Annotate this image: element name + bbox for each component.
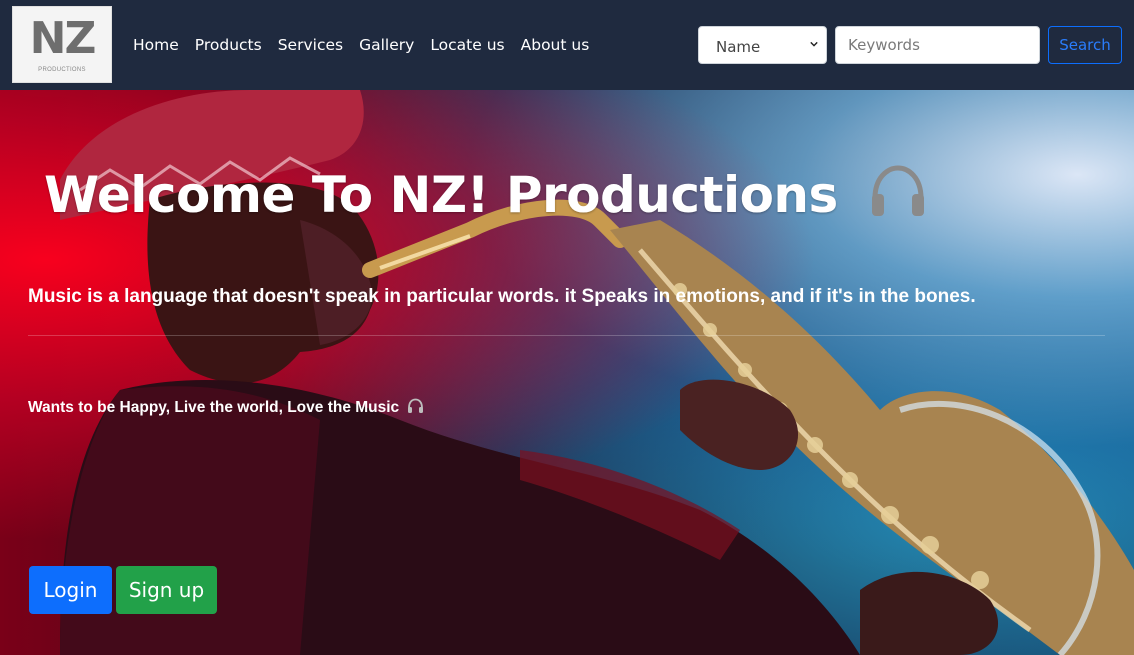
nav-about-us[interactable]: About us (521, 36, 590, 54)
login-button[interactable]: Login (29, 566, 112, 614)
hero-title-text: Welcome To NZ! Productions (44, 166, 838, 224)
hero-banner: Welcome To NZ! Productions Music is a la… (0, 90, 1134, 655)
nav-home[interactable]: Home (133, 36, 179, 54)
divider (28, 335, 1105, 336)
search-type-value: Name (716, 38, 761, 56)
nav-locate-us[interactable]: Locate us (430, 36, 504, 54)
nav-links: Home Products Services Gallery Locate us… (133, 36, 605, 54)
nav-services[interactable]: Services (278, 36, 343, 54)
headphones-icon (871, 165, 924, 216)
chevron-down-icon (810, 41, 818, 47)
hero-title: Welcome To NZ! Productions (44, 164, 927, 224)
headphones-small-icon (407, 398, 423, 413)
logo-title: NZ (29, 13, 97, 64)
logo-subtitle: PRODUCTIONS (38, 67, 86, 73)
search-input[interactable] (835, 26, 1040, 64)
hero-subtagline: Wants to be Happy, Live the world, Love … (28, 398, 424, 417)
nav-gallery[interactable]: Gallery (359, 36, 414, 54)
signup-button[interactable]: Sign up (116, 566, 217, 614)
nz-logo[interactable]: NZ PRODUCTIONS (12, 6, 112, 83)
hero-subtagline-text: Wants to be Happy, Live the world, Love … (28, 399, 400, 416)
search-type-select[interactable]: Name (698, 26, 827, 64)
search-button[interactable]: Search (1048, 26, 1122, 64)
navbar: NZ PRODUCTIONS Home Products Services Ga… (0, 0, 1134, 90)
nav-products[interactable]: Products (195, 36, 262, 54)
hero-tagline: Music is a language that doesn't speak i… (28, 286, 976, 307)
